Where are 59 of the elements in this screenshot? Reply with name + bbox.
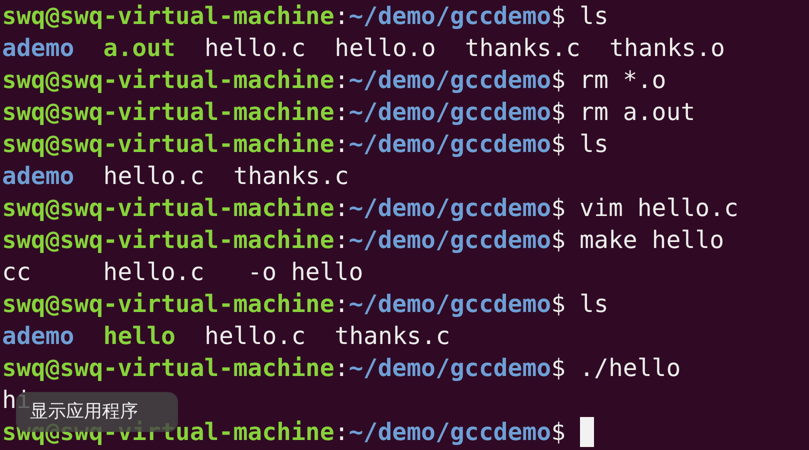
prompt-symbol: $: [551, 417, 566, 448]
prompt-user: swq@swq-virtual-machine: [2, 193, 334, 224]
prompt-symbol: $: [551, 289, 566, 320]
prompt-path: ~/demo/gccdemo: [348, 1, 552, 32]
command-text: ls: [580, 1, 608, 32]
prompt-separator: :: [334, 65, 349, 96]
prompt-user: swq@swq-virtual-machine: [2, 289, 334, 320]
file-name: thanks.o: [609, 33, 725, 64]
command-text: ls: [580, 289, 608, 320]
file-name: ademo: [2, 161, 74, 192]
prompt-path: ~/demo/gccdemo: [348, 417, 552, 448]
prompt-user: swq@swq-virtual-machine: [2, 65, 334, 96]
file-name: hello: [103, 321, 176, 352]
file-name: thanks.c: [233, 161, 349, 192]
command-text: rm *.o: [580, 65, 666, 96]
prompt-user: swq@swq-virtual-machine: [2, 1, 334, 32]
prompt-user: swq@swq-virtual-machine: [2, 129, 334, 160]
prompt-symbol: $: [551, 65, 566, 96]
file-name: hello.c: [103, 161, 204, 192]
prompt-user: swq@swq-virtual-machine: [2, 225, 334, 256]
prompt-user: swq@swq-virtual-machine: [2, 97, 334, 128]
command-text: ./hello: [580, 353, 681, 384]
command-text: vim hello.c: [580, 193, 738, 224]
file-name: hello.c: [204, 321, 306, 352]
file-name: ademo: [2, 321, 74, 352]
prompt-symbol: $: [551, 193, 566, 224]
file-name: thanks.c: [464, 33, 580, 64]
output-text: hi: [2, 385, 31, 414]
command-text: make hello: [580, 225, 724, 256]
command-text: ls: [580, 129, 608, 160]
prompt-symbol: $: [551, 1, 566, 32]
prompt-symbol: $: [551, 225, 566, 256]
prompt-path: ~/demo/gccdemo: [348, 193, 552, 224]
prompt-separator: :: [334, 353, 349, 384]
file-name: hello.c: [204, 33, 306, 64]
prompt-path: ~/demo/gccdemo: [348, 97, 552, 128]
prompt-path: ~/demo/gccdemo: [348, 289, 552, 320]
file-name: thanks.c: [334, 321, 450, 352]
prompt-separator: :: [334, 289, 349, 320]
file-name: ademo: [2, 33, 74, 64]
prompt-separator: :: [334, 193, 349, 224]
prompt-path: ~/demo/gccdemo: [348, 225, 552, 256]
prompt-path: ~/demo/gccdemo: [348, 129, 552, 160]
prompt-path: ~/demo/gccdemo: [348, 353, 552, 384]
prompt-separator: :: [334, 225, 349, 256]
prompt-path: ~/demo/gccdemo: [348, 65, 552, 96]
prompt-symbol: $: [551, 353, 566, 384]
prompt-separator: :: [334, 97, 349, 128]
file-name: a.out: [103, 33, 176, 64]
prompt-separator: :: [334, 1, 349, 32]
prompt-separator: :: [334, 417, 349, 448]
prompt-user: swq@swq-virtual-machine: [2, 418, 334, 448]
file-name: hello.o: [334, 33, 436, 64]
prompt-separator: :: [334, 129, 349, 160]
prompt-user: swq@swq-virtual-machine: [2, 353, 334, 384]
prompt-symbol: $: [551, 97, 566, 128]
command-text: rm a.out: [580, 97, 696, 128]
output-text: cc hello.c -o hello: [2, 257, 364, 288]
prompt-symbol: $: [551, 129, 566, 160]
